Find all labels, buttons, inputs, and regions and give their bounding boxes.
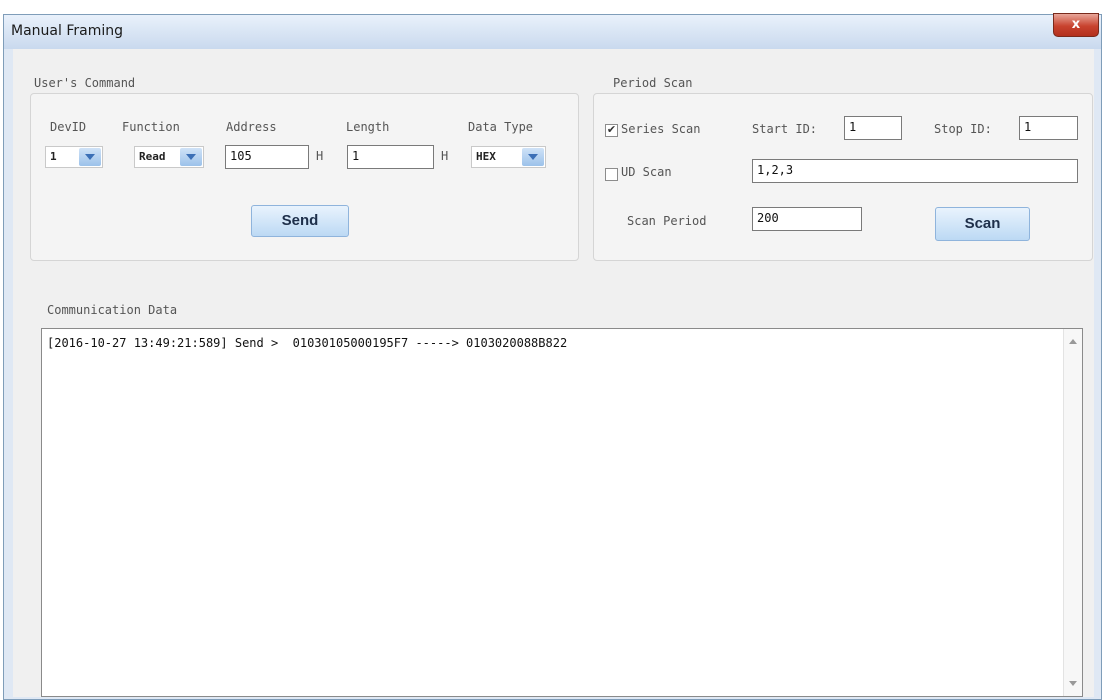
chevron-down-icon[interactable]: [522, 148, 544, 166]
user-command-group: DevID Function Address Length Data Type …: [30, 93, 579, 261]
chevron-down-icon[interactable]: [180, 148, 202, 166]
send-button[interactable]: Send: [251, 205, 349, 237]
chevron-down-icon[interactable]: [79, 148, 101, 166]
top-strip: [0, 0, 1105, 14]
data-type-value: HEX: [476, 150, 496, 163]
length-hex-suffix: H: [441, 149, 449, 163]
devid-label: DevID: [50, 120, 87, 134]
ud-scan-label: UD Scan: [621, 165, 672, 179]
scan-period-label: Scan Period: [627, 214, 707, 228]
communication-data-label: Communication Data: [47, 303, 178, 317]
scroll-down-icon[interactable]: [1069, 681, 1077, 686]
window-title: Manual Framing: [11, 23, 123, 39]
client-area: User's Command DevID Function Address Le…: [13, 49, 1094, 697]
scrollbar[interactable]: [1063, 329, 1082, 696]
period-scan-group: ✔ Series Scan Start ID: 1 Stop ID: 1 UD …: [593, 93, 1093, 261]
scan-period-field[interactable]: 200: [752, 207, 862, 231]
data-type-label: Data Type: [468, 120, 534, 134]
ud-scan-value: 1,2,3: [757, 163, 794, 177]
stop-id-value: 1: [1024, 120, 1032, 134]
log-line: [2016-10-27 13:49:21:589] Send > 0103010…: [47, 336, 568, 350]
stop-id-label: Stop ID:: [934, 122, 992, 136]
series-scan-label: Series Scan: [621, 122, 701, 136]
ud-scan-field[interactable]: 1,2,3: [752, 159, 1078, 183]
title-bar: Manual Framing: [4, 15, 1101, 49]
length-value: 1: [352, 149, 360, 163]
length-label: Length: [346, 120, 390, 134]
scan-period-value: 200: [757, 211, 779, 225]
function-label: Function: [122, 120, 180, 134]
function-select[interactable]: Read: [134, 146, 204, 168]
user-command-group-label: User's Command: [34, 76, 136, 90]
ud-scan-checkbox[interactable]: [605, 168, 618, 181]
length-field[interactable]: 1: [347, 145, 434, 169]
series-scan-checkbox[interactable]: ✔: [605, 124, 618, 137]
address-hex-suffix: H: [316, 149, 324, 163]
close-icon: x: [1071, 17, 1081, 32]
start-id-field[interactable]: 1: [844, 116, 902, 140]
data-type-select[interactable]: HEX: [471, 146, 546, 168]
stop-id-field[interactable]: 1: [1019, 116, 1078, 140]
address-label: Address: [226, 120, 277, 134]
manual-framing-window: Manual Framing x User's Command DevID Fu…: [3, 13, 1102, 700]
close-button[interactable]: x: [1053, 13, 1099, 37]
communication-log[interactable]: [2016-10-27 13:49:21:589] Send > 0103010…: [41, 328, 1083, 697]
address-value: 105: [230, 149, 252, 163]
function-value: Read: [139, 150, 166, 163]
devid-value: 1: [50, 150, 57, 163]
devid-select[interactable]: 1: [45, 146, 103, 168]
scroll-up-icon[interactable]: [1069, 339, 1077, 344]
address-field[interactable]: 105: [225, 145, 309, 169]
start-id-label: Start ID:: [752, 122, 818, 136]
scan-button[interactable]: Scan: [935, 207, 1030, 241]
start-id-value: 1: [849, 120, 857, 134]
period-scan-group-label: Period Scan: [613, 76, 693, 90]
